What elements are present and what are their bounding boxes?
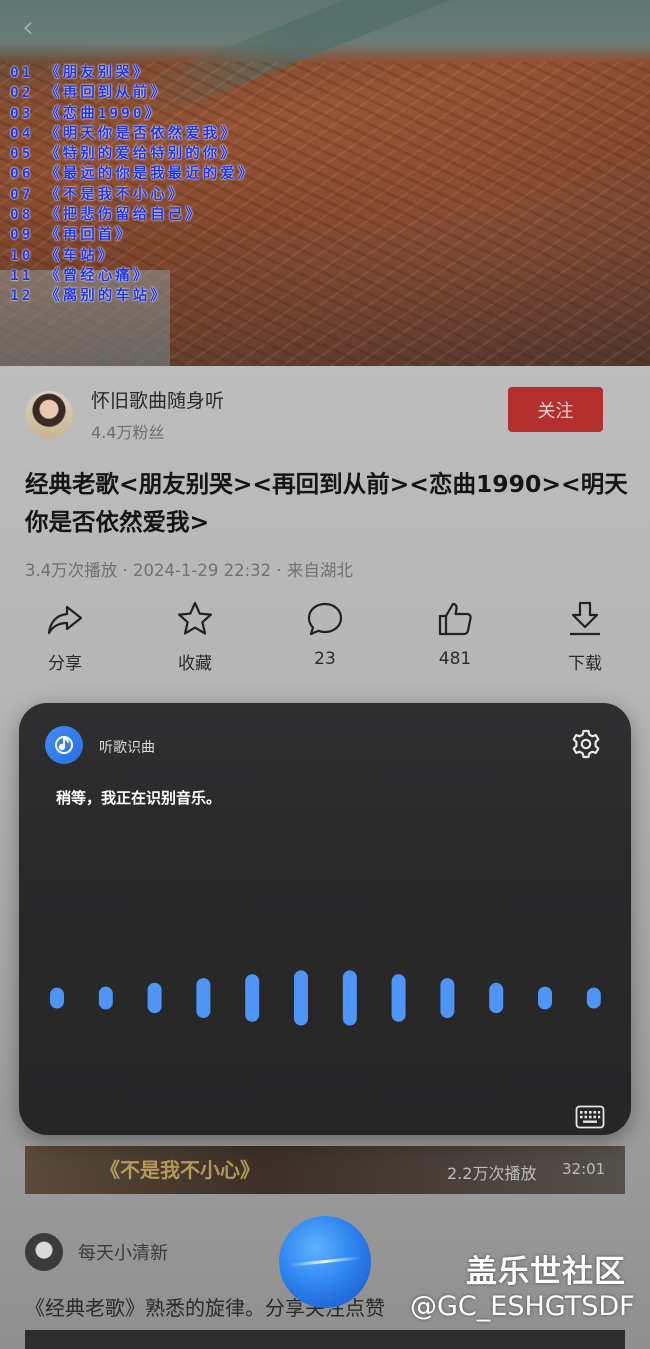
playlist-track: 09 《再回首》 xyxy=(10,227,133,244)
playlist-track: 12 《离别的车站》 xyxy=(10,288,168,305)
share-button[interactable]: 分享 xyxy=(5,599,125,674)
recommended-author-name[interactable]: 每天小清新 xyxy=(78,1239,168,1265)
recommended-video-thumbnail[interactable]: 《不是我不小心》 2.2万次播放 32:01 xyxy=(25,1146,625,1194)
comment-icon xyxy=(307,602,343,636)
waveform-bar xyxy=(98,986,113,1010)
waveform-bar xyxy=(489,982,504,1014)
waveform-bar xyxy=(440,978,455,1018)
waveform-bar xyxy=(294,970,308,1026)
download-label: 下载 xyxy=(568,654,602,674)
comment-button[interactable]: 23 xyxy=(265,599,385,674)
waveform-bar xyxy=(538,986,552,1010)
share-icon xyxy=(47,605,83,635)
playlist-track: 02 《再回到从前》 xyxy=(10,85,168,102)
playlist-track: 08 《把悲伤留给自己》 xyxy=(10,207,203,224)
playlist-track: 10 《车站》 xyxy=(10,247,116,264)
keyboard-icon[interactable] xyxy=(575,1105,605,1129)
comment-count: 23 xyxy=(314,649,336,669)
voice-assistant-orb[interactable] xyxy=(279,1216,371,1308)
playlist-track: 03 《恋曲1990》 xyxy=(10,105,163,122)
share-label: 分享 xyxy=(48,654,82,674)
playlist-track: 01 《朋友别哭》 xyxy=(10,65,151,81)
action-bar: 分享 收藏 23 481 下载 xyxy=(25,599,625,674)
recommended-author-avatar[interactable] xyxy=(25,1233,63,1271)
recommended-views: 2.2万次播放 xyxy=(447,1164,537,1183)
video-playlist-overlay: 01 《朋友别哭》 02 《再回到从前》 03 《恋曲1990》 04 《明天你… xyxy=(10,63,255,307)
star-icon xyxy=(177,601,213,635)
favorite-button[interactable]: 收藏 xyxy=(135,599,255,674)
download-button[interactable]: 下载 xyxy=(525,599,645,674)
follow-button[interactable]: 关注 xyxy=(508,387,603,432)
song-recognition-panel: 听歌识曲 稍等，我正在识别音乐。 xyxy=(19,703,631,1135)
waveform-bar xyxy=(196,978,211,1018)
back-arrow-icon[interactable]: ‹ xyxy=(22,10,34,45)
waveform-bar xyxy=(50,987,64,1009)
favorite-label: 收藏 xyxy=(178,654,212,674)
like-count: 481 xyxy=(438,649,472,669)
author-row[interactable]: 怀旧歌曲随身听 4.4万粉丝 xyxy=(25,386,224,443)
thumbs-up-icon xyxy=(438,602,472,636)
author-avatar[interactable] xyxy=(25,390,73,439)
playlist-track: 05 《特别的爱给特别的你》 xyxy=(10,146,238,163)
orb-highlight xyxy=(289,1256,361,1267)
author-fans-count: 4.4万粉丝 xyxy=(91,423,165,442)
recommended-video-thumbnail-2[interactable] xyxy=(25,1330,625,1349)
playlist-track: 04 《明天你是否依然爱我》 xyxy=(10,125,238,142)
author-name[interactable]: 怀旧歌曲随身听 xyxy=(91,386,224,413)
playlist-track: 07 《不是我不小心》 xyxy=(10,186,186,203)
waveform-bar xyxy=(342,970,357,1026)
download-icon xyxy=(570,601,600,636)
playlist-track: 11 《曾经心痛》 xyxy=(10,267,151,284)
waveform-bar xyxy=(245,974,260,1022)
video-player[interactable]: ‹ 01 《朋友别哭》 02 《再回到从前》 03 《恋曲1990》 04 《明… xyxy=(0,0,650,366)
waveform-bar xyxy=(391,974,406,1022)
recommended-duration: 32:01 xyxy=(562,1160,606,1178)
like-button[interactable]: 481 xyxy=(395,599,515,674)
audio-waveform xyxy=(50,970,601,1026)
video-title: 经典老歌<朋友别哭><再回到从前><恋曲1990><明天你是否依然爱我> xyxy=(25,470,628,536)
playlist-track: 06 《最远的你是我最近的爱》 xyxy=(10,166,256,183)
thumbnail-caption: 《不是我不小心》 xyxy=(100,1158,260,1182)
recommended-author-row[interactable]: 每天小清新 xyxy=(25,1233,168,1271)
waveform-bar xyxy=(147,982,162,1014)
author-info: 怀旧歌曲随身听 4.4万粉丝 xyxy=(91,386,224,443)
watermark-community: 盖乐世社区 xyxy=(466,1254,626,1290)
video-meta: 3.4万次播放 · 2024-1-29 22:32 · 来自湖北 xyxy=(25,561,353,580)
waveform-bar xyxy=(586,987,601,1009)
watermark-handle: @GC_ESHGTSDF xyxy=(410,1291,635,1322)
